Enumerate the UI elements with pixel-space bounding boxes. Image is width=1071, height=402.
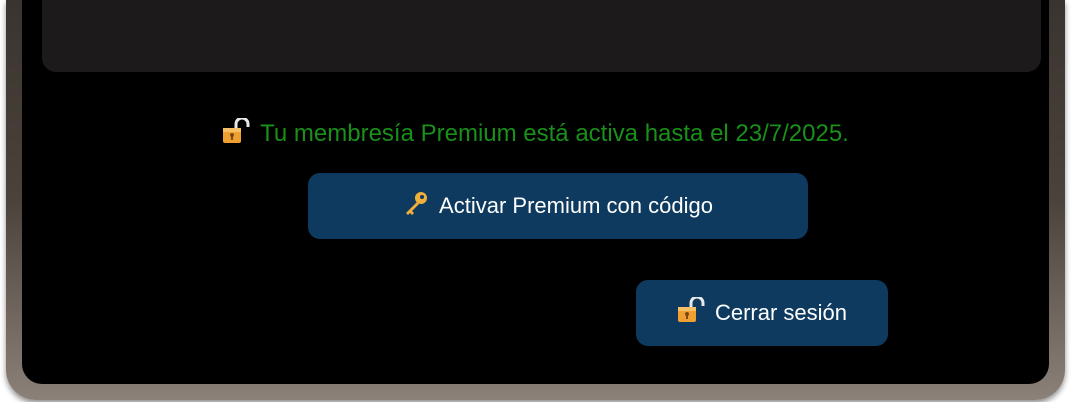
activate-premium-label: Activar Premium con código <box>439 193 713 218</box>
logout-button[interactable]: Cerrar sesión <box>636 280 888 346</box>
membership-status: Tu membresía Premium está activa hasta e… <box>22 116 1049 152</box>
activate-premium-button[interactable]: Activar Premium con código <box>308 173 808 239</box>
membership-status-text: Tu membresía Premium está activa hasta e… <box>260 120 849 147</box>
logout-label: Cerrar sesión <box>714 300 848 325</box>
account-panel: Tu membresía Premium está activa hasta e… <box>22 0 1049 384</box>
unlocked-padlock-icon <box>677 295 705 329</box>
unlocked-padlock-icon <box>222 116 250 152</box>
content-card <box>42 0 1041 72</box>
window-frame: Tu membresía Premium está activa hasta e… <box>6 0 1065 400</box>
key-icon <box>403 190 429 222</box>
